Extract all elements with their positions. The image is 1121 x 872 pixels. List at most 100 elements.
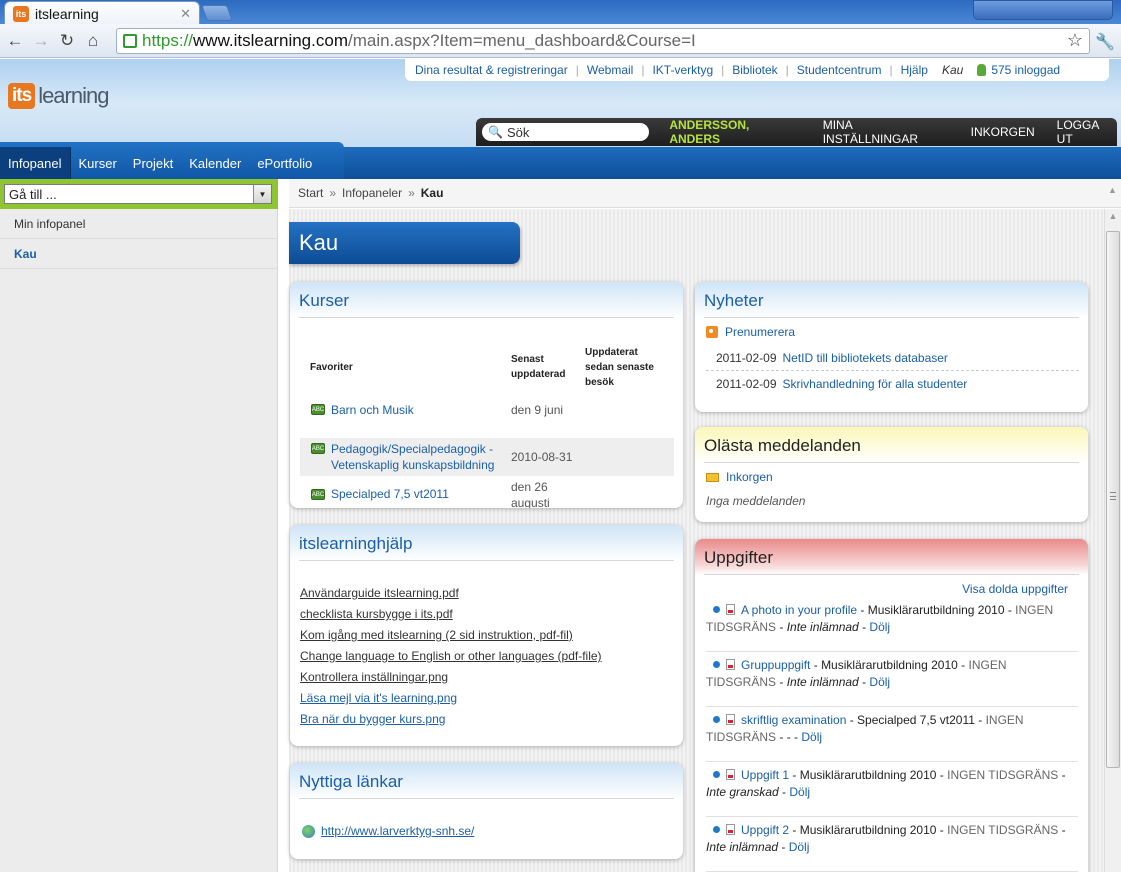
document-icon	[726, 659, 735, 670]
search-icon: 🔍	[488, 125, 503, 139]
link-help[interactable]: Hjälp	[901, 63, 928, 77]
course-icon: ABC	[311, 404, 325, 415]
link-webmail[interactable]: Webmail	[587, 63, 633, 77]
hide-task-link[interactable]: Dölj	[789, 785, 810, 799]
course-link[interactable]: Barn och Musik	[331, 403, 414, 417]
link-results[interactable]: Dina resultat & registreringar	[415, 63, 568, 77]
link-ikt-tools[interactable]: IKT-verktyg	[652, 63, 713, 77]
back-arrow-icon[interactable]: ←	[2, 31, 28, 51]
task-link[interactable]: Uppgift 1	[741, 768, 789, 782]
url-scheme: https://	[142, 31, 194, 50]
dropdown-arrow-icon[interactable]: ▼	[253, 185, 271, 203]
course-updated: 2010-08-31	[511, 450, 573, 464]
course-updated: den 26 augusti	[511, 480, 550, 508]
useful-link[interactable]: http://www.larverktyg-snh.se/	[321, 824, 474, 838]
task-deadline: INGEN	[985, 713, 1024, 727]
task-status: -	[786, 730, 791, 744]
scroll-up-arrow-icon[interactable]: ▲	[1105, 211, 1121, 225]
subscribe-row: Prenumerera	[706, 325, 795, 339]
window-controls[interactable]	[973, 0, 1113, 20]
inbox-link[interactable]: INKORGEN	[971, 125, 1035, 139]
envelope-icon	[706, 472, 719, 482]
table-row: ABC Specialped 7,5 vt2011 den 26 augusti	[300, 476, 674, 508]
document-icon	[726, 714, 735, 725]
inbox-row: Inkorgen	[706, 470, 773, 484]
courses-table-header: Favoriter Senast uppdaterad Uppdaterat sed…	[300, 342, 674, 400]
tab-courses[interactable]: Kurser	[71, 147, 125, 179]
news-item: 2011-02-09 Skrivhandledning för alla stu…	[706, 371, 1079, 396]
news-item: 2011-02-09 NetID till bibliotekets datab…	[706, 346, 1079, 371]
logout-link[interactable]: LOGGA UT	[1057, 118, 1117, 146]
grip-icon	[1110, 492, 1116, 500]
unread-inbox-link[interactable]: Inkorgen	[726, 470, 773, 484]
breadcrumb-separator: »	[329, 186, 337, 200]
task-deadline: INGEN	[968, 658, 1007, 672]
task-link[interactable]: Uppgift 2	[741, 823, 789, 837]
link-student-center[interactable]: Studentcentrum	[797, 63, 882, 77]
user-name[interactable]: ANDERSSON, ANDERS	[669, 118, 800, 146]
help-link[interactable]: checklista kursbygge i its.pdf	[300, 604, 673, 625]
collapse-arrow-icon[interactable]: ▲	[1104, 185, 1121, 205]
hide-task-link[interactable]: Dölj	[789, 840, 810, 854]
course-icon: ABC	[311, 489, 325, 500]
course-link[interactable]: Pedagogik/Specialpedagogik - Vetenskaplig…	[331, 441, 494, 473]
news-link[interactable]: Skrivhandledning för alla studenter	[783, 377, 968, 391]
my-settings-link[interactable]: MINA INSTÄLLNINGAR	[823, 118, 949, 146]
person-icon	[977, 64, 987, 76]
reload-icon[interactable]: ↻	[54, 31, 80, 51]
show-hidden-tasks-link[interactable]: Visa dolda uppgifter	[962, 582, 1068, 596]
help-link[interactable]: Användarguide itslearning.pdf	[300, 583, 673, 604]
useful-links-widget: Nyttiga länkar http://www.larverktyg-snh…	[290, 763, 683, 859]
breadcrumb-current: Kau	[420, 186, 444, 200]
task-link[interactable]: Gruppuppgift	[741, 658, 810, 672]
wrench-icon[interactable]: 🔧	[1095, 32, 1115, 52]
breadcrumb-infopanels[interactable]: Infopaneler	[342, 186, 402, 200]
task-course: Musiklärarutbildning 2010	[799, 768, 937, 782]
hide-task-link[interactable]: Dölj	[869, 620, 890, 634]
goto-select[interactable]: Gå till ... ▼	[4, 184, 272, 204]
new-tab-button[interactable]	[201, 5, 233, 21]
help-link[interactable]: Läsa mejl via it's learning.png	[300, 688, 673, 709]
page-scrollbar[interactable]: ▲	[1104, 209, 1121, 872]
news-link[interactable]: NetID till bibliotekets databaser	[783, 351, 948, 365]
subscribe-link[interactable]: Prenumerera	[725, 325, 795, 339]
help-link[interactable]: Kontrollera inställningar.png	[300, 667, 673, 688]
hide-task-link[interactable]: Dölj	[801, 730, 822, 744]
close-tab-icon[interactable]: ✕	[180, 6, 191, 22]
course-link[interactable]: Specialped 7,5 vt2011	[331, 487, 449, 501]
help-link[interactable]: Bra när du bygger kurs.png	[300, 709, 673, 730]
user-bar: 🔍 Sök ANDERSSON, ANDERS MINA INSTÄLLNING…	[476, 118, 1117, 146]
task-item: A photo in your profile - Musiklärarutbi…	[706, 597, 1078, 652]
itslearning-logo[interactable]: its learning	[8, 83, 109, 109]
task-deadline: TIDSGRÄNS	[706, 675, 777, 689]
tab-projects[interactable]: Projekt	[125, 147, 181, 179]
help-link[interactable]: Change language to English or other lang…	[300, 646, 673, 667]
address-bar[interactable]: https://www.itslearning.com/main.aspx?It…	[116, 28, 1090, 54]
tab-eportfolio[interactable]: ePortfolio	[249, 147, 320, 179]
bullet-icon	[713, 771, 720, 778]
hide-task-link[interactable]: Dölj	[869, 675, 890, 689]
task-course: Musiklärarutbildning 2010	[867, 603, 1005, 617]
sidebar-item-my-infopanel[interactable]: Min infopanel	[0, 209, 277, 239]
online-users[interactable]: 575 inloggad	[977, 63, 1060, 77]
tab-calendar[interactable]: Kalender	[181, 147, 249, 179]
task-deadline: INGEN TIDSGRÄNS	[947, 768, 1059, 782]
scrollbar-thumb[interactable]	[1106, 231, 1120, 768]
bookmark-star-icon[interactable]: ☆	[1067, 30, 1083, 51]
search-input[interactable]: 🔍 Sök	[482, 123, 650, 141]
sidebar-item-kau[interactable]: Kau	[0, 239, 277, 269]
breadcrumb-start[interactable]: Start	[298, 186, 323, 200]
col-favorites: Favoriter	[310, 362, 353, 373]
bullet-icon	[713, 606, 720, 613]
task-link[interactable]: skriftlig examination	[741, 713, 846, 727]
link-library[interactable]: Bibliotek	[732, 63, 777, 77]
home-icon[interactable]: ⌂	[80, 31, 106, 51]
task-status: Inte inlämnad	[706, 840, 779, 854]
tab-infopanel[interactable]: Infopanel	[0, 147, 71, 179]
browser-toolbar: ← → ↻ ⌂ https://www.itslearning.com/main…	[0, 24, 1121, 58]
task-link[interactable]: A photo in your profile	[741, 603, 857, 617]
browser-tab[interactable]: its itslearning ✕	[4, 1, 200, 25]
forward-arrow-icon[interactable]: →	[28, 31, 54, 51]
rss-icon	[706, 326, 718, 338]
help-link[interactable]: Kom igång med itslearning (2 sid instruk…	[300, 625, 673, 646]
